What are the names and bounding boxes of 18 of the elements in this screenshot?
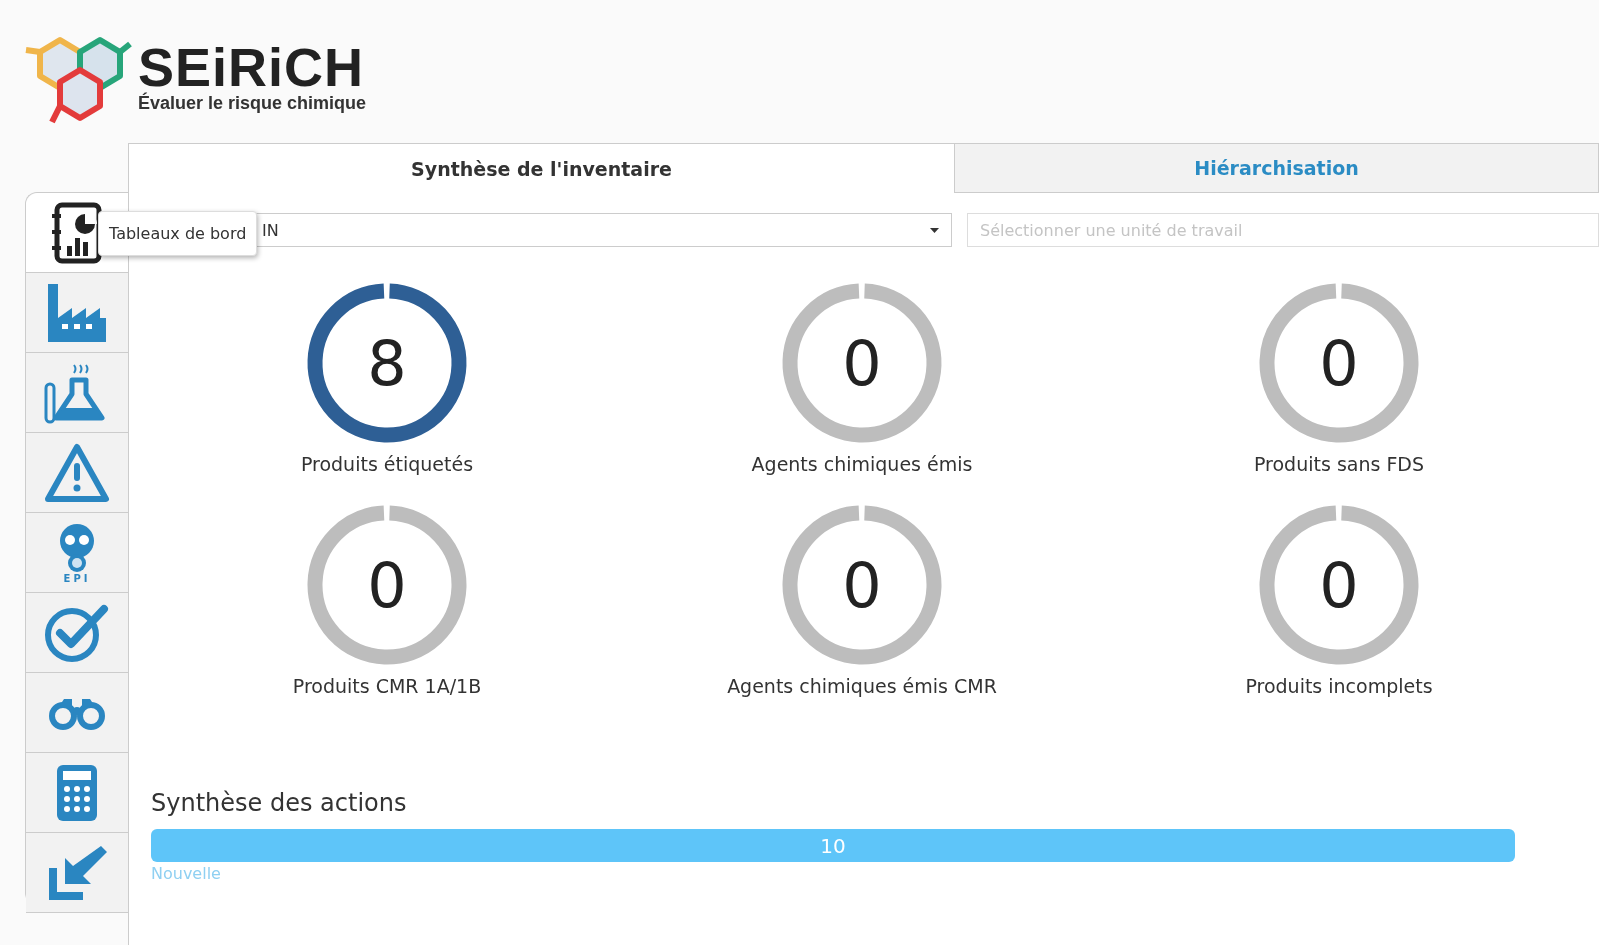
- icon-caption: EPI: [63, 573, 91, 584]
- counter-label: Agents chimiques émis: [751, 453, 973, 475]
- section-title: Synthèse des actions: [151, 789, 408, 817]
- donut-gauge: 8: [305, 281, 469, 445]
- donut-gauge: 0: [780, 503, 944, 667]
- donut-gauge: 0: [780, 281, 944, 445]
- counter-label: Produits incomplets: [1245, 675, 1433, 697]
- donut-gauge: 0: [1257, 503, 1421, 667]
- donut-gauge: 0: [305, 503, 469, 667]
- brand-name: SEiRiCH: [138, 41, 365, 93]
- counter-label: Produits sans FDS: [1253, 453, 1425, 475]
- tooltip: Tableaux de bord: [98, 211, 258, 256]
- counter-label: Produits étiquetés: [300, 453, 474, 475]
- legend-label: Nouvelle: [151, 864, 221, 883]
- counter-label: Agents chimiques émis CMR: [727, 675, 997, 697]
- brand-tagline: Évaluer le risque chimique: [138, 93, 367, 114]
- donut-gauge: 0: [1257, 281, 1421, 445]
- counter-label: Produits CMR 1A/1B: [292, 675, 482, 697]
